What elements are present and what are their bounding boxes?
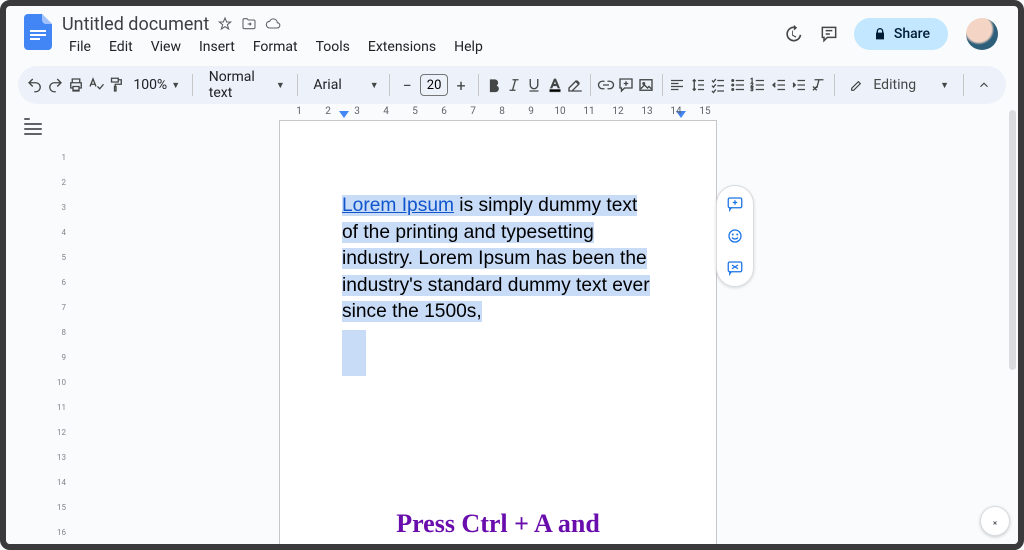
selection-marker (342, 330, 366, 376)
vertical-ruler[interactable]: 12345678910111213141516 (56, 120, 66, 544)
comment-toolbar (716, 185, 754, 287)
share-label: Share (894, 26, 930, 42)
left-indent-marker[interactable] (339, 111, 349, 118)
add-emoji-icon[interactable] (725, 226, 745, 246)
ruler-number: 15 (699, 106, 710, 117)
checklist-button[interactable] (709, 71, 727, 99)
undo-button[interactable] (26, 71, 44, 99)
ruler-number: 2 (325, 106, 331, 117)
lock-icon (872, 26, 888, 42)
instruction-annotation: Press Ctrl + A and then Ctrl + C (342, 504, 654, 550)
underline-button[interactable] (525, 71, 543, 99)
insert-link-button[interactable] (597, 71, 615, 99)
suggest-edits-icon[interactable] (725, 258, 745, 278)
font-size-decrease[interactable]: − (396, 74, 418, 96)
document-outline-button[interactable] (24, 118, 44, 132)
ruler-number: 13 (641, 106, 652, 117)
horizontal-ruler[interactable]: 123456789101112131415 (279, 106, 739, 120)
share-button[interactable]: Share (854, 18, 948, 50)
highlight-button[interactable] (566, 71, 584, 99)
ruler-number: 11 (583, 106, 594, 117)
ruler-number: 14 (670, 106, 681, 117)
clear-format-button[interactable] (810, 71, 828, 99)
align-button[interactable] (668, 71, 686, 99)
line-spacing-button[interactable] (688, 71, 706, 99)
menu-view[interactable]: View (144, 36, 188, 58)
print-button[interactable] (67, 71, 85, 99)
insert-image-button[interactable] (637, 71, 655, 99)
ruler-number: 9 (528, 106, 534, 117)
scrollbar[interactable] (1007, 106, 1018, 544)
svg-text:3: 3 (751, 87, 754, 93)
ruler-number: 6 (441, 106, 447, 117)
menu-file[interactable]: File (62, 36, 98, 58)
zoom-select[interactable]: 100%▼ (127, 77, 186, 93)
ruler-number: 3 (354, 106, 360, 117)
font-size-input[interactable]: 20 (420, 74, 448, 96)
menu-format[interactable]: Format (246, 36, 305, 58)
menu-bar: File Edit View Insert Format Tools Exten… (62, 36, 490, 58)
avatar[interactable] (966, 18, 998, 50)
menu-extensions[interactable]: Extensions (361, 36, 443, 58)
insert-comment-button[interactable] (617, 71, 635, 99)
document-page[interactable]: Lorem Ipsum is simply dummy text of the … (279, 120, 717, 550)
redo-button[interactable] (46, 71, 64, 99)
star-icon[interactable] (217, 16, 233, 32)
menu-edit[interactable]: Edit (102, 36, 140, 58)
paint-format-button[interactable] (107, 71, 125, 99)
text-color-button[interactable] (546, 71, 564, 99)
menu-insert[interactable]: Insert (192, 36, 242, 58)
paragraph-style-select[interactable]: Normal text▼ (199, 69, 291, 101)
spellcheck-button[interactable] (87, 71, 105, 99)
document-title[interactable]: Untitled document (62, 14, 209, 35)
docs-logo[interactable] (20, 14, 56, 50)
font-family-select[interactable]: Arial▼ (303, 77, 383, 93)
hyperlink[interactable]: Lorem Ipsum (342, 195, 454, 216)
ruler-number: 8 (499, 106, 505, 117)
indent-decrease-button[interactable] (770, 71, 788, 99)
bullet-list-button[interactable] (729, 71, 747, 99)
collapse-toolbar-button[interactable] (970, 71, 998, 99)
italic-button[interactable] (505, 71, 523, 99)
move-folder-icon[interactable] (241, 16, 257, 32)
add-comment-icon[interactable] (725, 194, 745, 214)
editing-mode-select[interactable]: Editing ▼ (841, 77, 957, 93)
ruler-number: 10 (554, 106, 565, 117)
indent-increase-button[interactable] (790, 71, 808, 99)
font-size-increase[interactable]: + (450, 74, 472, 96)
ruler-number: 5 (412, 106, 418, 117)
menu-help[interactable]: Help (447, 36, 490, 58)
menu-tools[interactable]: Tools (309, 36, 357, 58)
comments-icon[interactable] (818, 23, 840, 45)
bold-button[interactable] (485, 71, 503, 99)
ruler-number: 12 (612, 106, 623, 117)
ruler-number: 1 (296, 106, 302, 117)
pencil-icon (849, 77, 865, 93)
ruler-number: 7 (470, 106, 476, 117)
document-text[interactable]: Lorem Ipsum is simply dummy text of the … (342, 193, 654, 384)
explore-button[interactable] (980, 506, 1010, 536)
ruler-number: 4 (383, 106, 389, 117)
history-icon[interactable] (782, 23, 804, 45)
toolbar: 100%▼ Normal text▼ Arial▼ − 20 + 123 (18, 66, 1006, 104)
numbered-list-button[interactable]: 123 (749, 71, 767, 99)
cloud-status-icon[interactable] (265, 16, 281, 32)
